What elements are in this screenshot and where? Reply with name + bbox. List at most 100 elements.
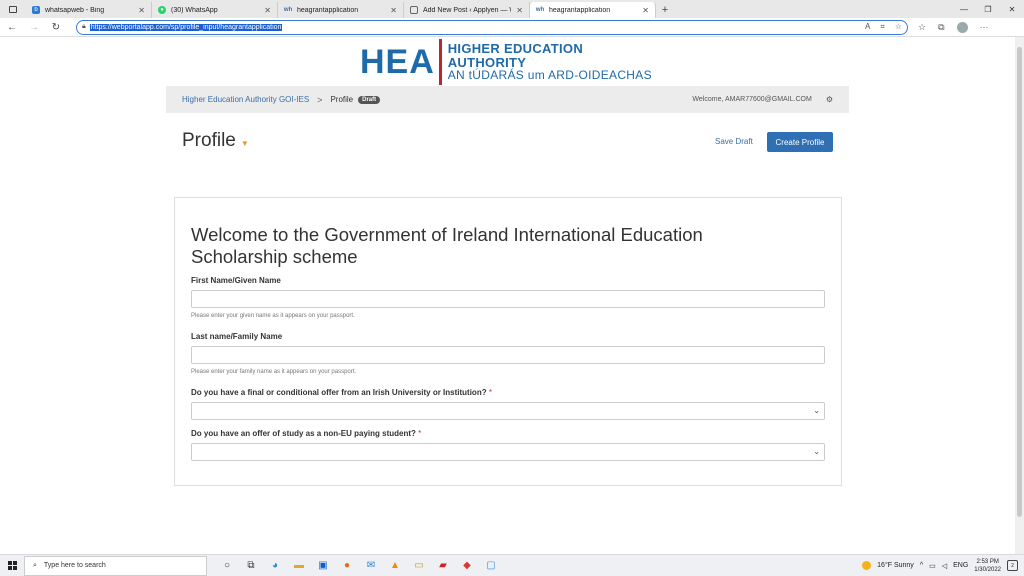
firefox-icon[interactable]: ● — [339, 558, 355, 574]
first-name-input[interactable] — [191, 290, 825, 308]
clock[interactable]: 2:53 PM 1/30/2022 — [974, 558, 1001, 574]
clock-time: 2:53 PM — [976, 558, 999, 565]
chevron-up-icon[interactable]: ^ — [920, 562, 923, 569]
logo-abbr: HEA — [360, 42, 435, 81]
add-favorite-icon[interactable]: ☆ — [895, 22, 902, 32]
logo-name-en: HIGHER EDUCATION AUTHORITY — [447, 41, 584, 70]
screenshot-icon[interactable]: ⌗ — [880, 22, 885, 32]
document-icon — [410, 6, 418, 14]
file-explorer-icon[interactable]: ▬ — [291, 558, 307, 574]
address-toolbar: ← → ↻ 🔒︎ https://webportalapp.com/sp/pro… — [0, 18, 1024, 37]
notification-icon[interactable]: 2 — [1007, 560, 1018, 571]
cortana-icon[interactable]: ○ — [219, 558, 235, 574]
tab-bing[interactable]: b whatsapweb - Bing ✕ — [26, 2, 152, 18]
app-icon[interactable]: ▢ — [483, 558, 499, 574]
required-marker: * — [418, 429, 422, 438]
gear-icon[interactable]: ⚙ — [826, 95, 833, 104]
back-icon[interactable]: ← — [6, 22, 18, 33]
refresh-icon[interactable]: ↻ — [50, 22, 62, 33]
welcome-user[interactable]: Welcome, AMAR77600@GMAIL.COM — [692, 96, 811, 103]
tab-add-new-post[interactable]: Add New Post ‹ Applyen — Wor ✕ — [404, 2, 530, 18]
breadcrumb-separator: > — [317, 94, 323, 105]
tab-label: heagrantapplication — [297, 6, 359, 14]
tab-label: heagrantapplication — [549, 6, 611, 14]
restore-icon[interactable]: ❐ — [976, 0, 1000, 18]
browser-tab-bar: b whatsapweb - Bing ✕ ● (30) WhatsApp ✕ … — [0, 0, 1024, 18]
more-icon[interactable]: ··· — [980, 22, 989, 32]
page-title[interactable]: Profile ▼ — [182, 130, 249, 152]
favorites-icon[interactable]: ☆ — [918, 22, 926, 33]
new-tab-button[interactable]: + — [656, 2, 674, 18]
clock-date: 1/30/2022 — [974, 566, 1001, 573]
weather-text[interactable]: 16°F Sunny — [877, 562, 914, 569]
chevron-down-icon: ⌄ — [813, 447, 820, 456]
logo-name-ga: AN tÚDARÁS um ARD-OIDEACHAS — [447, 68, 652, 83]
non-eu-label: Do you have an offer of study as a non-E… — [191, 429, 422, 438]
create-profile-button[interactable]: Create Profile — [767, 132, 833, 152]
tab-actions[interactable] — [0, 0, 26, 18]
tab-whatsapp[interactable]: ● (30) WhatsApp ✕ — [152, 2, 278, 18]
status-badge: Draft — [358, 95, 381, 104]
wizehive-icon: wh — [535, 7, 545, 13]
language-indicator[interactable]: ENG — [953, 562, 968, 569]
tab-label: (30) WhatsApp — [171, 6, 218, 14]
tab-heagrant-1[interactable]: wh heagrantapplication ✕ — [278, 2, 404, 18]
page-scrollbar[interactable] — [1015, 37, 1024, 554]
volume-icon[interactable]: ◁ — [942, 562, 947, 570]
search-icon: ⌕ — [33, 561, 37, 569]
profile-avatar[interactable] — [956, 21, 968, 33]
edge-icon[interactable]: ◕ — [267, 558, 283, 574]
whatsapp-icon: ● — [158, 6, 166, 14]
first-name-help: Please enter your given name as it appea… — [191, 313, 355, 319]
profile-form-card: Welcome to the Government of Ireland Int… — [174, 197, 842, 486]
close-icon[interactable]: ✕ — [642, 6, 649, 15]
windows-icon — [7, 561, 17, 570]
folder-icon[interactable]: ▭ — [411, 558, 427, 574]
offer-label: Do you have a final or conditional offer… — [191, 388, 492, 397]
caret-down-icon[interactable]: ▼ — [241, 139, 249, 148]
chevron-down-icon: ⌄ — [813, 406, 820, 415]
vlc-icon[interactable]: ▲ — [387, 558, 403, 574]
collections-icon[interactable]: ⧉ — [938, 22, 944, 33]
tab-heagrant-active[interactable]: wh heagrantapplication ✕ — [530, 2, 656, 18]
network-icon[interactable]: ▭ — [929, 562, 936, 570]
last-name-help: Please enter your family name as it appe… — [191, 369, 357, 375]
start-button[interactable] — [0, 561, 24, 570]
scrollbar-thumb[interactable] — [1017, 47, 1022, 517]
last-name-label: Last name/Family Name — [191, 332, 283, 341]
save-draft-link[interactable]: Save Draft — [715, 137, 753, 146]
first-name-label: First Name/Given Name — [191, 276, 281, 285]
last-name-input[interactable] — [191, 346, 825, 364]
forward-icon[interactable]: → — [28, 22, 40, 33]
form-heading: Welcome to the Government of Ireland Int… — [191, 224, 703, 267]
close-icon[interactable]: ✕ — [516, 6, 523, 15]
breadcrumb-current: Profile — [330, 95, 354, 104]
bing-icon: b — [32, 6, 40, 14]
offer-select[interactable]: ⌄ — [191, 402, 825, 420]
windows-taskbar: ⌕ Type here to search ○ ⧉ ◕ ▬ ▣ ● ✉ ▲ ▭ … — [0, 554, 1024, 576]
close-window-icon[interactable]: ✕ — [1000, 0, 1024, 18]
tab-label: Add New Post ‹ Applyen — Wor — [423, 6, 511, 14]
store-icon[interactable]: ▣ — [315, 558, 331, 574]
acrobat-icon[interactable]: ▰ — [435, 558, 451, 574]
weather-icon[interactable] — [862, 561, 872, 570]
close-icon[interactable]: ✕ — [138, 6, 145, 15]
breadcrumb: Higher Education Authority GOI-IES > Pro… — [166, 86, 849, 113]
anydesk-icon[interactable]: ◆ — [459, 558, 475, 574]
mail-icon[interactable]: ✉ — [363, 558, 379, 574]
read-aloud-icon[interactable]: A — [865, 22, 870, 32]
wizehive-icon: wh — [283, 7, 293, 13]
url-text[interactable]: https://webportalapp.com/sp/profile_inpu… — [89, 23, 283, 31]
workspaces-icon[interactable] — [9, 5, 17, 13]
minimize-icon[interactable]: — — [952, 0, 976, 18]
lock-icon[interactable]: 🔒︎ — [82, 23, 86, 31]
url-bar[interactable]: 🔒︎ https://webportalapp.com/sp/profile_i… — [76, 19, 908, 35]
task-view-icon[interactable]: ⧉ — [243, 558, 259, 574]
close-icon[interactable]: ✕ — [390, 6, 397, 15]
required-marker: * — [488, 388, 492, 397]
logo-divider — [438, 39, 442, 85]
non-eu-select[interactable]: ⌄ — [191, 443, 825, 461]
taskbar-search[interactable]: ⌕ Type here to search — [24, 555, 207, 576]
close-icon[interactable]: ✕ — [264, 6, 271, 15]
breadcrumb-home-link[interactable]: Higher Education Authority GOI-IES — [182, 95, 309, 104]
